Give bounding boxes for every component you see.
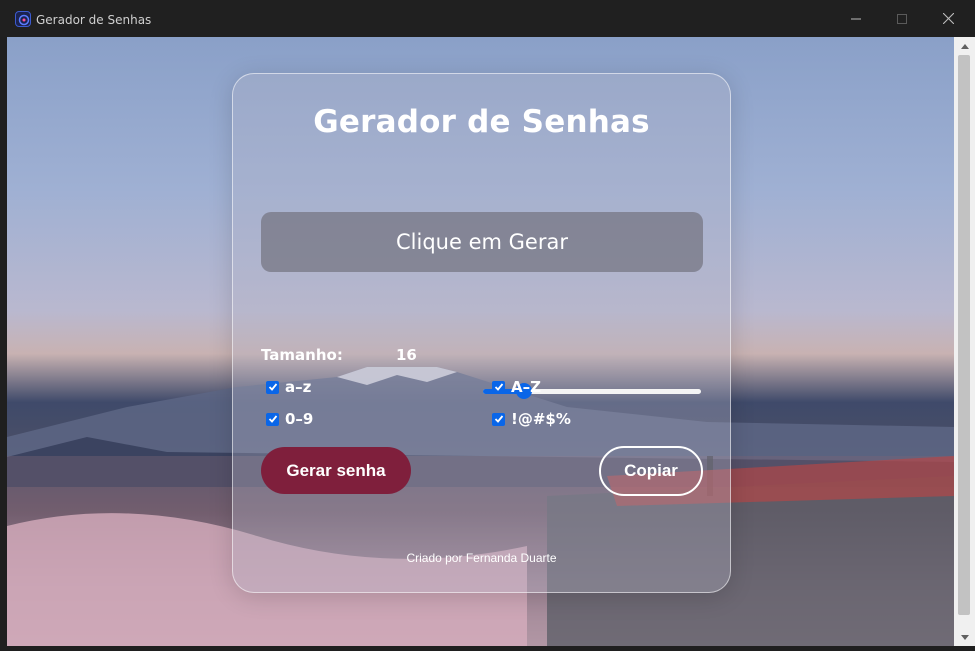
check-icon	[494, 383, 503, 391]
vertical-scrollbar[interactable]	[954, 37, 975, 646]
length-label: Tamanho:	[261, 346, 343, 364]
symbols-checkbox[interactable]	[492, 412, 505, 426]
minimize-button[interactable]	[833, 0, 879, 37]
app-icon	[15, 11, 31, 27]
check-icon	[268, 383, 277, 391]
digits-label: 0–9	[285, 410, 314, 428]
maximize-icon	[897, 13, 907, 24]
symbols-label: !@#$%	[511, 410, 571, 428]
chevron-down-icon	[960, 634, 969, 640]
lowercase-label: a–z	[285, 378, 312, 396]
digits-checkbox[interactable]	[266, 412, 279, 426]
option-digits[interactable]: 0–9	[266, 410, 313, 428]
chevron-up-icon	[960, 43, 969, 49]
uppercase-label: A–Z	[511, 378, 541, 396]
scroll-up-button[interactable]	[954, 37, 975, 55]
password-generator-card: Gerador de Senhas Clique em Gerar Tamanh…	[232, 73, 731, 593]
minimize-icon	[851, 18, 861, 19]
option-symbols[interactable]: !@#$%	[492, 410, 571, 428]
window-title: Gerador de Senhas	[36, 13, 152, 27]
footer-credit: Criado por Fernanda Duarte	[406, 551, 557, 565]
app-viewport: Gerador de Senhas Clique em Gerar Tamanh…	[7, 37, 954, 646]
scrollbar-thumb[interactable]	[958, 55, 970, 615]
maximize-button[interactable]	[879, 0, 925, 37]
check-icon	[494, 415, 503, 423]
option-lowercase[interactable]: a–z	[266, 378, 311, 396]
close-icon	[942, 13, 954, 24]
copy-button[interactable]: Copiar	[599, 446, 703, 496]
lowercase-checkbox[interactable]	[266, 380, 279, 394]
option-uppercase[interactable]: A–Z	[492, 378, 541, 396]
scroll-down-button[interactable]	[954, 628, 975, 646]
password-output[interactable]: Clique em Gerar	[261, 212, 703, 272]
uppercase-checkbox[interactable]	[492, 380, 505, 394]
close-button[interactable]	[925, 0, 971, 37]
window-titlebar: Gerador de Senhas	[0, 0, 975, 37]
check-icon	[268, 415, 277, 423]
card-title: Gerador de Senhas	[313, 104, 650, 140]
generate-password-button[interactable]: Gerar senha	[261, 447, 411, 494]
length-value: 16	[396, 346, 417, 364]
